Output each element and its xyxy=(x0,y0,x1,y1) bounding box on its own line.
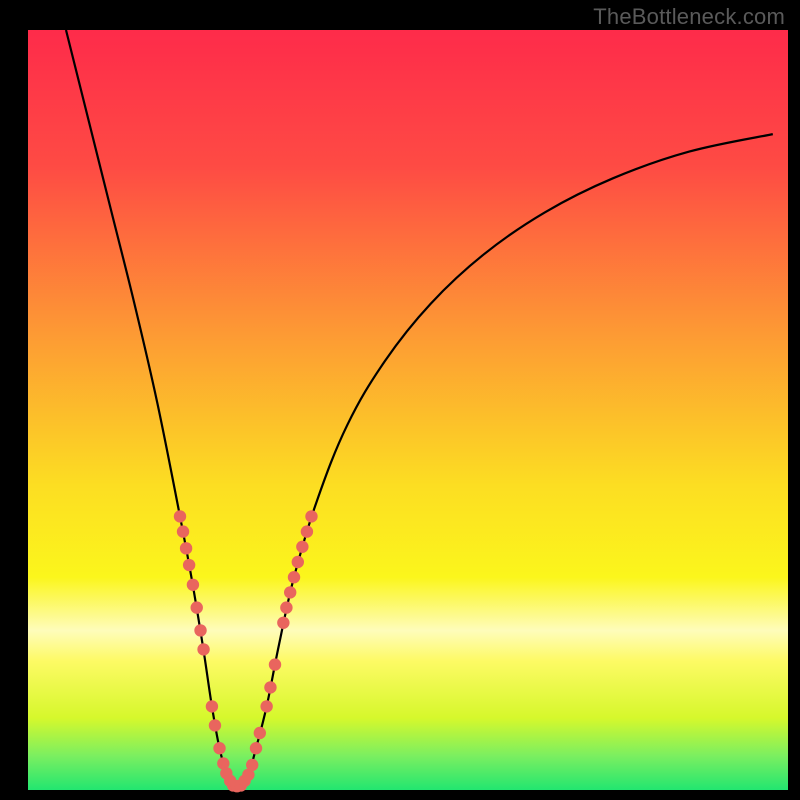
data-marker xyxy=(180,542,192,554)
data-marker xyxy=(269,658,281,670)
watermark-text: TheBottleneck.com xyxy=(593,4,785,30)
data-marker xyxy=(197,643,209,655)
data-marker xyxy=(254,727,266,739)
bottleneck-curve xyxy=(66,30,773,787)
data-marker xyxy=(296,541,308,553)
data-marker xyxy=(292,556,304,568)
data-marker xyxy=(191,601,203,613)
data-marker xyxy=(305,510,317,522)
data-marker xyxy=(260,700,272,712)
data-marker xyxy=(194,624,206,636)
chart-frame: TheBottleneck.com xyxy=(0,0,800,800)
plot-area xyxy=(28,30,788,790)
data-marker xyxy=(187,579,199,591)
data-marker xyxy=(301,525,313,537)
data-marker xyxy=(183,559,195,571)
data-marker xyxy=(206,700,218,712)
data-marker xyxy=(264,681,276,693)
data-marker xyxy=(174,510,186,522)
data-marker xyxy=(246,759,258,771)
data-marker xyxy=(280,601,292,613)
data-marker xyxy=(177,525,189,537)
data-marker xyxy=(284,586,296,598)
data-marker xyxy=(250,742,262,754)
curve-layer xyxy=(28,30,788,790)
data-marker xyxy=(213,742,225,754)
data-marker xyxy=(277,617,289,629)
data-marker xyxy=(288,571,300,583)
data-marker xyxy=(209,719,221,731)
